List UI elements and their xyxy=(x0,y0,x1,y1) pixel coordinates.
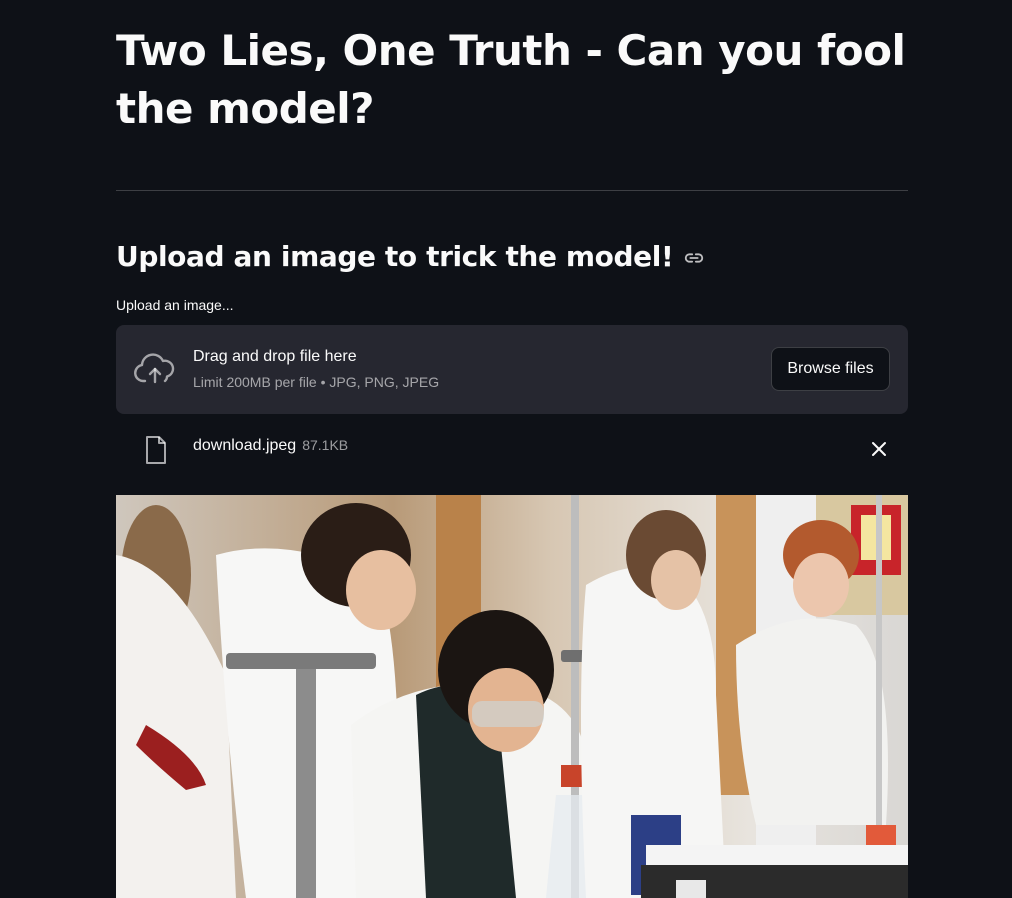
uploader-label: Upload an image... xyxy=(116,297,234,313)
file-name: download.jpeg xyxy=(193,437,297,454)
section-header: Upload an image to trick the model! xyxy=(116,236,705,276)
section-title: Upload an image to trick the model! xyxy=(116,239,674,273)
file-size: 87.1KB xyxy=(302,437,349,453)
uploaded-file-row: download.jpeg 87.1KB xyxy=(116,430,908,468)
dropzone-text: Drag and drop file here Limit 200MB per … xyxy=(193,346,439,390)
dropzone-limits: Limit 200MB per file • JPG, PNG, JPEG xyxy=(193,374,440,390)
browse-files-button[interactable]: Browse files xyxy=(771,347,890,391)
file-info: download.jpeg 87.1KB xyxy=(193,437,348,455)
cloud-upload-icon xyxy=(133,352,177,393)
file-dropzone[interactable]: Drag and drop file here Limit 200MB per … xyxy=(116,325,908,414)
uploaded-image xyxy=(116,495,908,898)
file-icon xyxy=(144,435,168,470)
dropzone-instructions: Drag and drop file here xyxy=(193,348,357,365)
page-title: Two Lies, One Truth - Can you fool the m… xyxy=(116,26,906,133)
divider xyxy=(116,190,908,191)
link-icon[interactable] xyxy=(683,247,705,269)
close-icon[interactable] xyxy=(870,440,888,458)
